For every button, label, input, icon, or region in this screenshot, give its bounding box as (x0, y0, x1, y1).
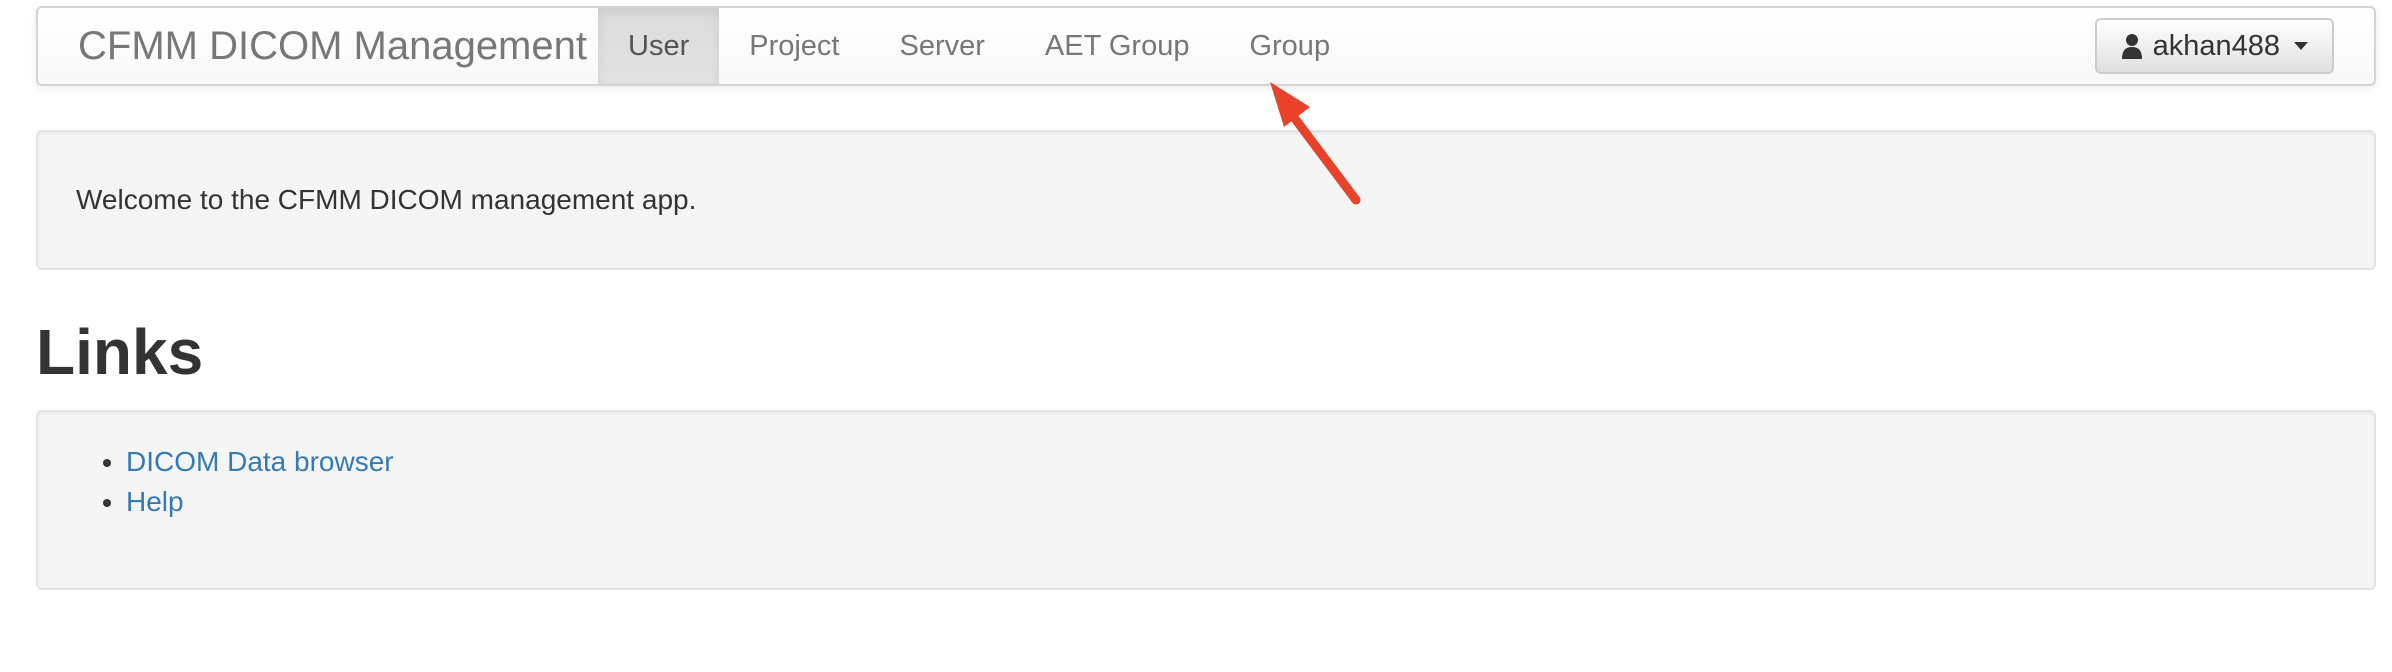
nav-item-project[interactable]: Project (719, 8, 869, 84)
links-list: DICOM Data browser Help (126, 442, 394, 522)
caret-down-icon (2294, 42, 2308, 50)
welcome-panel: Welcome to the CFMM DICOM management app… (36, 130, 2376, 270)
top-navbar: CFMM DICOM Management User Project Serve… (36, 6, 2376, 86)
navbar-brand[interactable]: CFMM DICOM Management (78, 8, 587, 84)
user-name: akhan488 (2152, 29, 2280, 62)
nav-menu: User Project Server AET Group Group (598, 8, 1360, 84)
nav-item-group[interactable]: Group (1219, 8, 1360, 84)
link-dicom-data-browser[interactable]: DICOM Data browser (126, 446, 394, 477)
page: CFMM DICOM Management User Project Serve… (0, 0, 2392, 672)
links-panel: DICOM Data browser Help (36, 410, 2376, 590)
user-menu-button[interactable]: akhan488 (2094, 18, 2334, 74)
nav-item-server[interactable]: Server (870, 8, 1015, 84)
links-heading: Links (36, 316, 204, 388)
nav-item-aet-group[interactable]: AET Group (1015, 8, 1220, 84)
link-help[interactable]: Help (126, 486, 184, 517)
list-item: DICOM Data browser (126, 442, 394, 482)
nav-item-user[interactable]: User (598, 8, 720, 84)
welcome-message: Welcome to the CFMM DICOM management app… (76, 184, 697, 215)
user-icon (2121, 34, 2142, 59)
list-item: Help (126, 482, 394, 522)
